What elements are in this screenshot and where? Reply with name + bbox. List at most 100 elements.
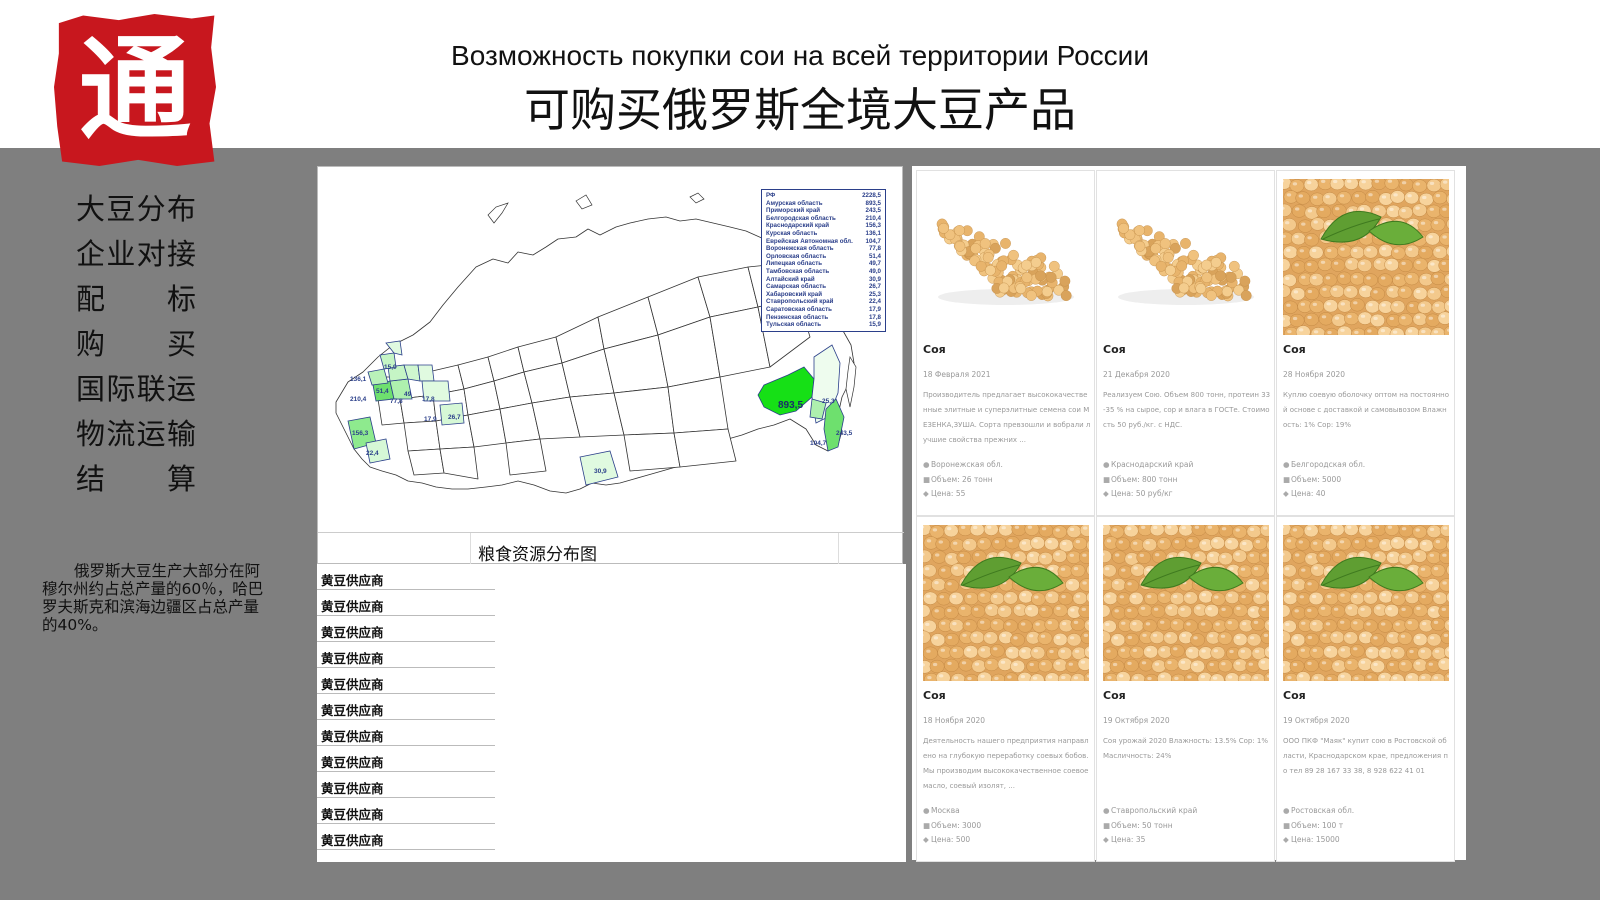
legend-value: 26,7 xyxy=(868,283,881,291)
product-date: 18 Ноября 2020 xyxy=(923,716,986,725)
legend-value: 15,9 xyxy=(868,321,881,329)
legend-value: 51,4 xyxy=(868,252,881,260)
product-date: 21 Декабря 2020 xyxy=(1103,370,1170,379)
meta-volume: ■Объем: 800 тонн xyxy=(1103,473,1271,488)
label-saratov: 17,9 xyxy=(424,416,437,423)
supplier-row[interactable]: 黄豆供应商 xyxy=(317,616,495,642)
label-tula: 15,9 xyxy=(384,364,397,371)
menu-item-logistics[interactable]: 物流运输 xyxy=(76,415,196,460)
menu-item-settlement[interactable]: 结算 xyxy=(76,460,196,505)
title-russian: Возможность покупки сои на всей территор… xyxy=(451,40,1149,71)
menu-item-tender[interactable]: 配标 xyxy=(76,280,196,325)
location-pin-icon: ● xyxy=(923,460,930,469)
volume-icon: ■ xyxy=(1283,820,1291,830)
label-krasnodar: 156,3 xyxy=(352,430,369,437)
label-jewish-ao: 104,7 xyxy=(810,440,827,447)
label-stavropol: 22,4 xyxy=(366,450,379,457)
price-tag-icon: ◆ xyxy=(1283,835,1289,844)
meta-volume: ■Объем: 100 т xyxy=(1283,819,1451,834)
menu-item-purchase[interactable]: 购买 xyxy=(76,325,196,370)
label-orel: 51,4 xyxy=(376,388,389,395)
legend-value: 104,7 xyxy=(865,237,881,245)
product-card[interactable]: Соя 21 Декабря 2020 Реализуем Сою. Объем 8… xyxy=(1096,170,1275,516)
product-image[interactable] xyxy=(1103,525,1269,681)
meta-price-text: Цена: 35 xyxy=(1111,835,1146,844)
product-date: 28 Ноября 2020 xyxy=(1283,370,1346,379)
meta-price-text: Цена: 55 xyxy=(931,489,966,498)
product-image[interactable] xyxy=(1283,525,1449,681)
product-title: Соя xyxy=(1103,689,1126,702)
product-description: ООО ПКФ "Маяк" купит сою в Ростовской об… xyxy=(1283,737,1448,775)
product-meta: ●Воронежская обл. ■Объем: 26 тонн ◆ Цена: 5… xyxy=(923,458,1091,502)
meta-region-text: Ставропольский край xyxy=(1111,806,1198,815)
legend-region: Ставропольский край xyxy=(766,298,834,306)
supplier-row[interactable]: 黄豆供应商 xyxy=(317,824,495,850)
label-khabarovsk: 25,3 xyxy=(822,398,835,405)
legend-value: 136,1 xyxy=(865,229,881,237)
legend-row: Самарская область 26,7 xyxy=(766,283,881,291)
legend-row: Тульская область 15,9 xyxy=(766,321,881,329)
supplier-row[interactable]: 黄豆供应商 xyxy=(317,564,495,590)
legend-region: Липецкая область xyxy=(766,260,823,268)
product-title: Соя xyxy=(923,343,946,356)
product-image[interactable] xyxy=(923,179,1089,335)
product-card[interactable]: Соя 19 Октября 2020 Соя урожай 2020 Влажно… xyxy=(1096,516,1275,862)
production-description: 俄罗斯大豆生产大部分在阿穆尔州约占总产量的60％，哈巴罗夫斯克和滨海边疆区占总产… xyxy=(42,562,264,634)
location-pin-icon: ● xyxy=(1283,806,1290,815)
label-primorsky: 243,5 xyxy=(836,430,853,437)
product-date: 19 Октября 2020 xyxy=(1103,716,1170,725)
supplier-row[interactable]: 黄豆供应商 xyxy=(317,642,495,668)
product-meta: ●Ростовская обл. ■Объем: 100 т ◆ Цена: 1500… xyxy=(1283,804,1451,848)
legend-row: Алтайский край 30,9 xyxy=(766,276,881,284)
product-card[interactable]: Соя 28 Ноября 2020 Куплю соевую оболочку о… xyxy=(1276,170,1455,516)
meta-price: ◆ Цена: 40 xyxy=(1283,487,1451,502)
supplier-row[interactable]: 黄豆供应商 xyxy=(317,668,495,694)
product-title: Соя xyxy=(923,689,946,702)
label-samara: 26,7 xyxy=(448,414,461,421)
legend-region: Воронежская область xyxy=(766,245,834,253)
label-tambov: 49 xyxy=(404,391,412,398)
header-bar: 通 Возможность покупки сои на всей террит… xyxy=(0,0,1600,166)
product-image[interactable] xyxy=(1103,179,1269,335)
volume-icon: ■ xyxy=(1103,820,1111,830)
product-card[interactable]: Соя 18 Ноября 2020 Деятельность нашего пре… xyxy=(916,516,1095,862)
supplier-row[interactable]: 黄豆供应商 xyxy=(317,720,495,746)
legend-region: Белгородская область xyxy=(766,214,836,222)
supplier-list: 黄豆供应商 黄豆供应商 黄豆供应商 黄豆供应商 黄豆供应商 黄豆供应商 黄豆供应商 黄豆供应商… xyxy=(317,564,906,862)
meta-price: ◆ Цена: 15000 xyxy=(1283,833,1451,848)
product-description: Деятельность нашего предприятия направле… xyxy=(923,737,1089,790)
legend-row: Краснодарский край 156,3 xyxy=(766,222,881,230)
legend-region: Саратовская область xyxy=(766,305,832,313)
supplier-row[interactable]: 黄豆供应商 xyxy=(317,746,495,772)
legend-value: 22,4 xyxy=(868,298,881,306)
menu-item-soy-distribution[interactable]: 大豆分布 xyxy=(76,190,196,235)
location-pin-icon: ● xyxy=(1103,806,1110,815)
supplier-row[interactable]: 黄豆供应商 xyxy=(317,798,495,824)
product-cards-grid: Соя 18 Февраля 2021 Производитель предлага… xyxy=(912,166,1466,862)
legend-region: Тамбовская область xyxy=(766,267,830,275)
price-tag-icon: ◆ xyxy=(1103,835,1109,844)
product-card[interactable]: Соя 19 Октября 2020 ООО ПКФ "Маяк" купит с… xyxy=(1276,516,1455,862)
menu-item-intermodal[interactable]: 国际联运 xyxy=(76,370,196,415)
menu-item-business-matching[interactable]: 企业对接 xyxy=(76,235,196,280)
region-penza xyxy=(417,364,435,382)
product-image[interactable] xyxy=(923,525,1089,681)
location-pin-icon: ● xyxy=(1283,460,1290,469)
legend-region: Пензенская область xyxy=(766,313,829,321)
legend-row: Саратовская область 17,9 xyxy=(766,306,881,314)
supplier-row[interactable]: 黄豆供应商 xyxy=(317,772,495,798)
legend-row: Курская область 136,1 xyxy=(766,230,881,238)
meta-volume-text: Объем: 5000 xyxy=(1291,474,1342,484)
product-image[interactable] xyxy=(1283,179,1449,335)
product-description: Куплю соевую оболочку оптом на постоянно… xyxy=(1283,391,1450,429)
legend-region: Краснодарский край xyxy=(766,222,830,230)
product-card[interactable]: Соя 18 Февраля 2021 Производитель предлага… xyxy=(916,170,1095,516)
legend-value: 77,8 xyxy=(868,245,881,253)
map-caption: 粮食资源分布图 xyxy=(478,545,597,565)
legend-row: Хабаровский край 25,3 xyxy=(766,291,881,299)
meta-region: ●Краснодарский край xyxy=(1103,458,1271,473)
legend-region: Амурская область xyxy=(766,199,823,207)
supplier-row[interactable]: 黄豆供应商 xyxy=(317,590,495,616)
supplier-row[interactable]: 黄豆供应商 xyxy=(317,694,495,720)
meta-volume-text: Объем: 26 тонн xyxy=(931,474,993,484)
